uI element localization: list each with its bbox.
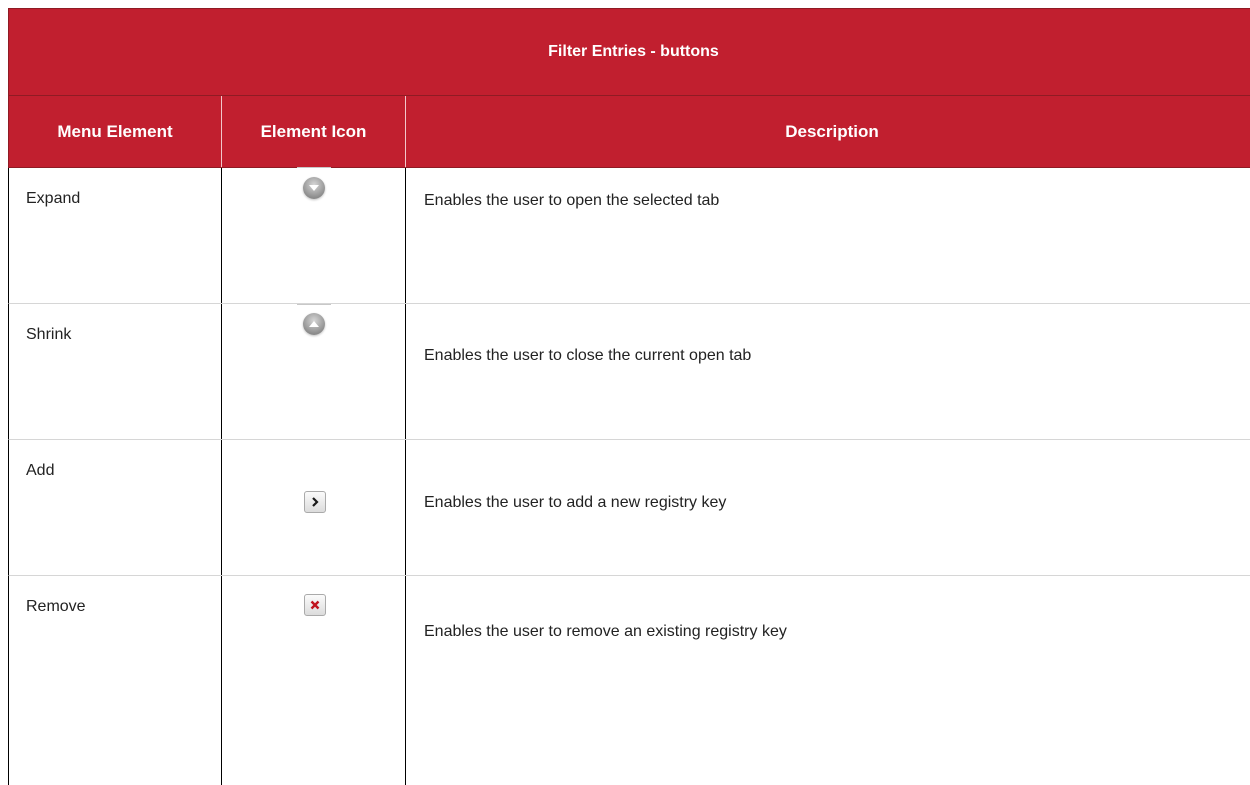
description-cell: Enables the user to open the selected ta… [424,192,720,209]
header-element-icon: Element Icon [222,96,406,167]
header-menu-element: Menu Element [9,96,222,167]
description-cell: Enables the user to add a new registry k… [424,494,727,511]
element-icon-cell [222,440,406,575]
filter-entries-table: Filter Entries - buttons Menu Element El… [8,8,1250,785]
element-icon-cell [222,576,406,785]
menu-element-cell: Add [9,440,222,575]
menu-element-cell: Expand [9,168,222,303]
table-title: Filter Entries - buttons [8,8,1250,96]
table-row: Shrink Enables the user to close the cur… [8,304,1250,440]
add-arrow-right-icon [304,491,326,513]
description-cell: Enables the user to remove an existing r… [424,623,787,640]
expand-circle-down-icon [303,177,325,199]
table-row: Remove Enables the user to remove an exi… [8,576,1250,785]
icon-divider [297,167,331,168]
menu-element-cell: Remove [9,576,222,785]
element-icon-cell [222,167,406,303]
icon-divider [297,304,331,305]
header-description: Description [785,121,879,141]
table-header-row: Menu Element Element Icon Description [8,96,1250,168]
table-row: Add Enables the user to add a new regist… [8,440,1250,576]
description-cell: Enables the user to close the current op… [424,347,752,364]
table-row: Expand Enables the user to open the sele… [8,167,1250,304]
remove-x-icon [304,594,326,616]
element-icon-cell [222,304,406,439]
shrink-circle-up-icon [303,313,325,335]
menu-element-cell: Shrink [9,304,222,439]
